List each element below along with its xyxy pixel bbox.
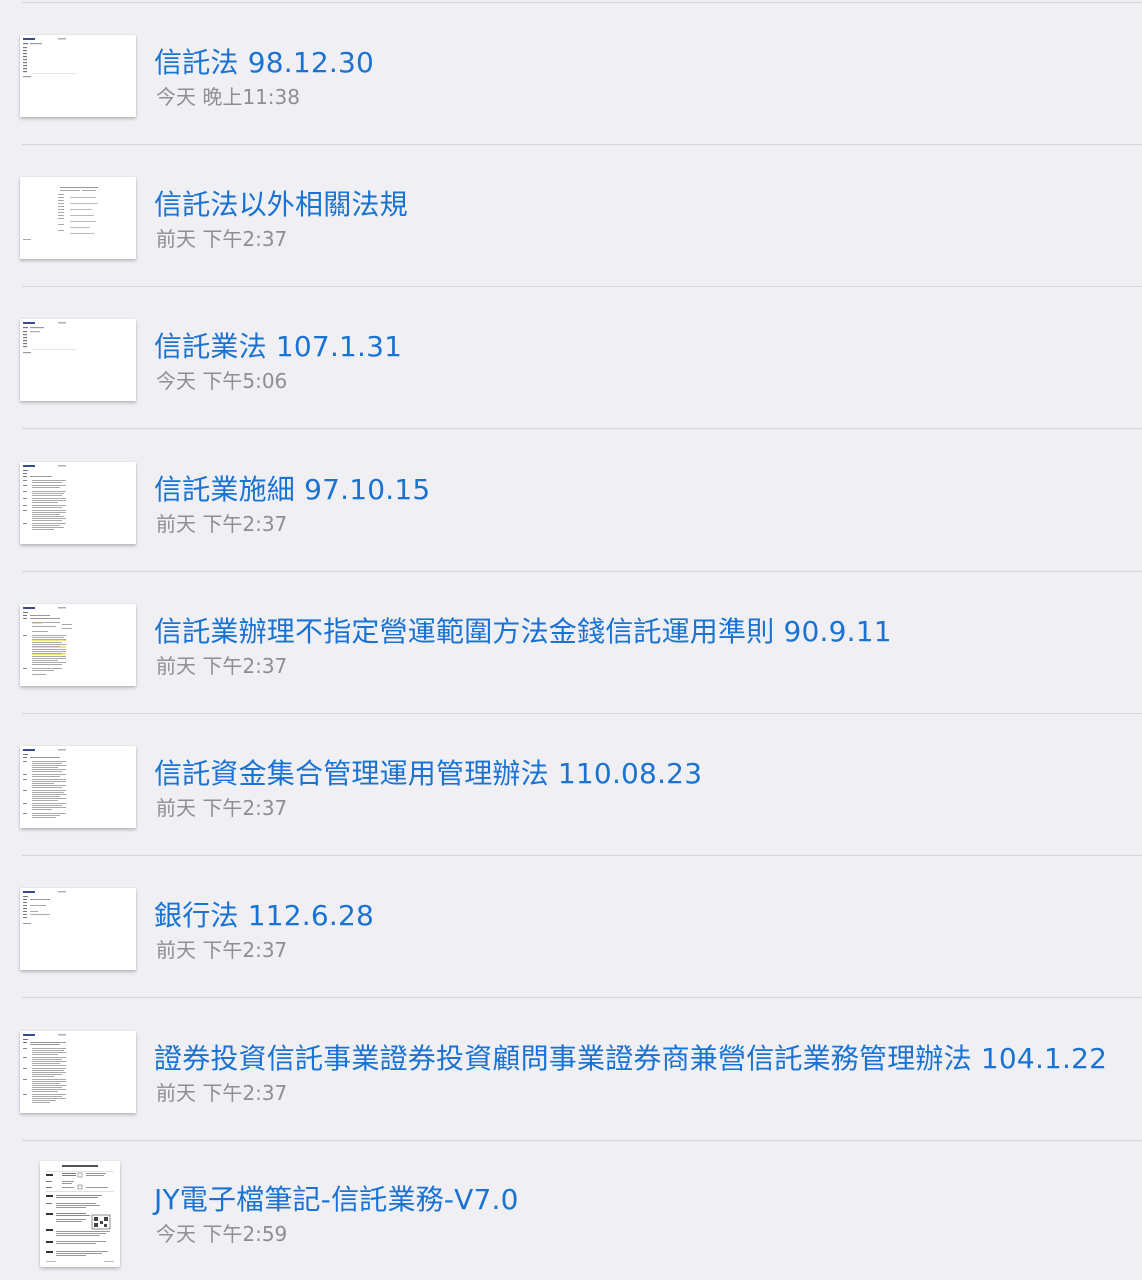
document-thumbnail	[20, 1031, 136, 1113]
list-item[interactable]: 信託業施細 97.10.15 前天 下午2:37	[0, 430, 1142, 572]
file-date: 前天 下午2:37	[156, 512, 288, 536]
file-title[interactable]: 信託資金集合管理運用管理辦法 110.08.23	[154, 756, 702, 792]
document-thumbnail	[20, 746, 136, 828]
file-date: 前天 下午2:37	[156, 227, 288, 251]
file-title[interactable]: 信託法以外相關法規	[154, 187, 408, 223]
list-item[interactable]: 證券投資信託事業證券投資顧問事業證券商兼營信託業務管理辦法 104.1.22 前…	[0, 999, 1142, 1141]
file-date: 前天 下午2:37	[156, 1081, 288, 1105]
file-title[interactable]: 信託業辦理不指定營運範圍方法金錢信託運用準則 90.9.11	[154, 614, 892, 650]
file-title[interactable]: JY電子檔筆記-信託業務-V7.0	[154, 1182, 519, 1218]
list-item[interactable]: 信託資金集合管理運用管理辦法 110.08.23 前天 下午2:37	[0, 714, 1142, 856]
document-thumbnail	[20, 462, 136, 544]
document-thumbnail	[20, 319, 136, 401]
file-title[interactable]: 信託法 98.12.30	[154, 45, 374, 81]
file-title[interactable]: 信託業施細 97.10.15	[154, 472, 430, 508]
file-date: 今天 晚上11:38	[156, 85, 300, 109]
list-item[interactable]: 信託法 98.12.30 今天 晚上11:38	[0, 3, 1142, 145]
document-thumbnail	[20, 177, 136, 259]
file-date: 今天 下午5:06	[156, 369, 288, 393]
list-item[interactable]: JY電子檔筆記-信託業務-V7.0 今天 下午2:59	[0, 1141, 1142, 1280]
file-date: 今天 下午2:59	[156, 1222, 288, 1246]
file-title[interactable]: 銀行法 112.6.28	[154, 898, 374, 934]
list-item[interactable]: 銀行法 112.6.28 前天 下午2:37	[0, 856, 1142, 998]
document-thumbnail	[40, 1161, 120, 1267]
file-date: 前天 下午2:37	[156, 938, 288, 962]
list-item[interactable]: 信託業辦理不指定營運範圍方法金錢信託運用準則 90.9.11 前天 下午2:37	[0, 572, 1142, 714]
file-title[interactable]: 信託業法 107.1.31	[154, 329, 402, 365]
file-date: 前天 下午2:37	[156, 654, 288, 678]
document-thumbnail	[20, 888, 136, 970]
divider	[22, 428, 1142, 429]
divider	[22, 997, 1142, 998]
document-thumbnail	[20, 35, 136, 117]
document-thumbnail	[20, 604, 136, 686]
list-item[interactable]: 信託業法 107.1.31 今天 下午5:06	[0, 287, 1142, 429]
file-date: 前天 下午2:37	[156, 796, 288, 820]
file-list: 信託法 98.12.30 今天 晚上11:38 信託法以外相關法規 前天 下午2…	[0, 0, 1142, 1280]
file-title[interactable]: 證券投資信託事業證券投資顧問事業證券商兼營信託業務管理辦法 104.1.22	[154, 1041, 1107, 1077]
list-item[interactable]: 信託法以外相關法規 前天 下午2:37	[0, 145, 1142, 287]
